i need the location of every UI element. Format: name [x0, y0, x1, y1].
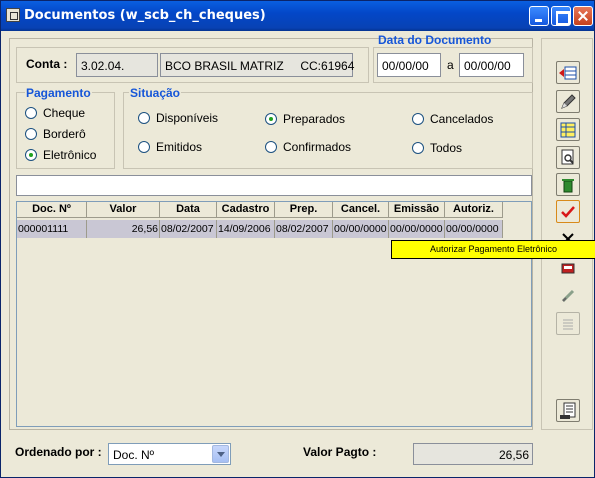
radio-label: Preparados — [283, 112, 346, 126]
radio-label: Borderô — [43, 127, 86, 141]
col-prep-header[interactable]: Prep. — [275, 202, 333, 218]
date-from-field[interactable]: 00/00/00 — [377, 53, 441, 77]
col-autoriz-header[interactable]: Autoriz. — [445, 202, 503, 218]
cell-autoriz: 00/00/0000 — [445, 220, 503, 238]
radio-circle — [25, 107, 37, 119]
radio-eletronico[interactable]: Eletrônico — [25, 148, 96, 162]
radio-circle — [25, 128, 37, 140]
documents-table[interactable]: Doc. Nº Valor Data Cadastro Prep. Cancel… — [16, 201, 532, 427]
conta-code-field[interactable]: 3.02.04. — [76, 53, 158, 77]
radio-emitidos[interactable]: Emitidos — [138, 140, 202, 154]
radio-circle — [138, 112, 150, 124]
check-mark-icon[interactable] — [556, 200, 580, 223]
ordenado-select[interactable]: Doc. Nº — [108, 443, 231, 465]
radio-circle — [138, 141, 150, 153]
close-button[interactable] — [573, 6, 593, 26]
list-icon[interactable] — [556, 312, 580, 335]
cell-doc: 000001111 — [17, 220, 87, 238]
report-icon[interactable] — [556, 399, 580, 422]
col-emissao-header[interactable]: Emissão — [389, 202, 445, 218]
date-separator: a — [447, 58, 454, 72]
table-row[interactable]: 000001111 26,56 08/02/2007 14/09/2006 08… — [17, 220, 503, 238]
radio-circle-selected — [265, 113, 277, 125]
trash-icon[interactable] — [556, 173, 580, 196]
title-bar[interactable]: Documentos (w_scb_ch_cheques) — [1, 1, 594, 31]
conta-bank-field[interactable]: BCO BRASIL MATRIZ CC:61964 — [160, 53, 354, 77]
radio-circle-selected — [25, 149, 37, 161]
search-input[interactable] — [16, 175, 532, 196]
col-cancel-header[interactable]: Cancel. — [333, 202, 389, 218]
edit-pencil-icon[interactable] — [556, 90, 580, 113]
data-documento-label: Data do Documento — [378, 33, 492, 47]
main-window: Documentos (w_scb_ch_cheques) Conta : 3.… — [0, 0, 595, 478]
pagamento-label: Pagamento — [25, 86, 92, 100]
radio-circle — [412, 113, 424, 125]
radio-label: Confirmados — [283, 140, 352, 154]
ordenado-value: Doc. Nº — [113, 448, 155, 462]
radio-bordero[interactable]: Borderô — [25, 127, 86, 141]
col-data-header[interactable]: Data — [160, 202, 217, 218]
valor-pagto-field: 26,56 — [413, 443, 533, 465]
radio-todos[interactable]: Todos — [412, 141, 462, 155]
radio-confirmados[interactable]: Confirmados — [265, 140, 351, 154]
window-icon — [6, 8, 20, 22]
print-preview-icon[interactable] — [556, 146, 580, 169]
confirm-icon[interactable] — [556, 284, 580, 307]
cell-cadastro: 14/09/2006 — [217, 220, 275, 238]
ordenado-label: Ordenado por : — [15, 445, 102, 459]
radio-cancelados[interactable]: Cancelados — [412, 112, 493, 126]
radio-label: Cancelados — [430, 112, 494, 126]
radio-label: Todos — [430, 141, 463, 155]
valor-pagto-label: Valor Pagto : — [303, 445, 377, 459]
radio-preparados[interactable]: Preparados — [265, 112, 345, 126]
cell-data: 08/02/2007 — [160, 220, 217, 238]
cell-cancel: 00/00/0000 — [333, 220, 389, 238]
tooltip: Autorizar Pagamento Eletrônico — [391, 240, 595, 259]
window-title: Documentos (w_scb_ch_cheques) — [24, 8, 266, 23]
maximize-button[interactable] — [551, 6, 571, 26]
cell-valor: 26,56 — [87, 220, 160, 238]
grid-select-icon[interactable] — [556, 118, 580, 141]
date-to-field[interactable]: 00/00/00 — [459, 53, 524, 77]
table-header: Doc. Nº Valor Data Cadastro Prep. Cancel… — [17, 202, 503, 218]
col-valor-header[interactable]: Valor — [87, 202, 160, 218]
col-cadastro-header[interactable]: Cadastro — [217, 202, 275, 218]
conta-label: Conta : — [26, 57, 68, 71]
radio-circle — [412, 142, 424, 154]
radio-label: Emitidos — [156, 140, 203, 154]
cell-prep: 08/02/2007 — [275, 220, 333, 238]
radio-label: Disponíveis — [156, 111, 219, 125]
radio-circle — [265, 141, 277, 153]
minimize-button[interactable] — [529, 6, 549, 26]
radio-label: Eletrônico — [43, 148, 97, 162]
side-toolbar — [541, 38, 593, 430]
situacao-group — [123, 92, 533, 169]
insert-row-icon[interactable] — [556, 61, 580, 84]
radio-cheque[interactable]: Cheque — [25, 106, 85, 120]
cell-emissao: 00/00/0000 — [389, 220, 445, 238]
chevron-down-icon[interactable] — [212, 445, 229, 463]
radio-label: Cheque — [43, 106, 86, 120]
authorize-icon[interactable] — [556, 256, 580, 279]
radio-disponiveis[interactable]: Disponíveis — [138, 111, 218, 125]
col-doc-header[interactable]: Doc. Nº — [17, 202, 87, 218]
situacao-label: Situação — [129, 86, 182, 100]
